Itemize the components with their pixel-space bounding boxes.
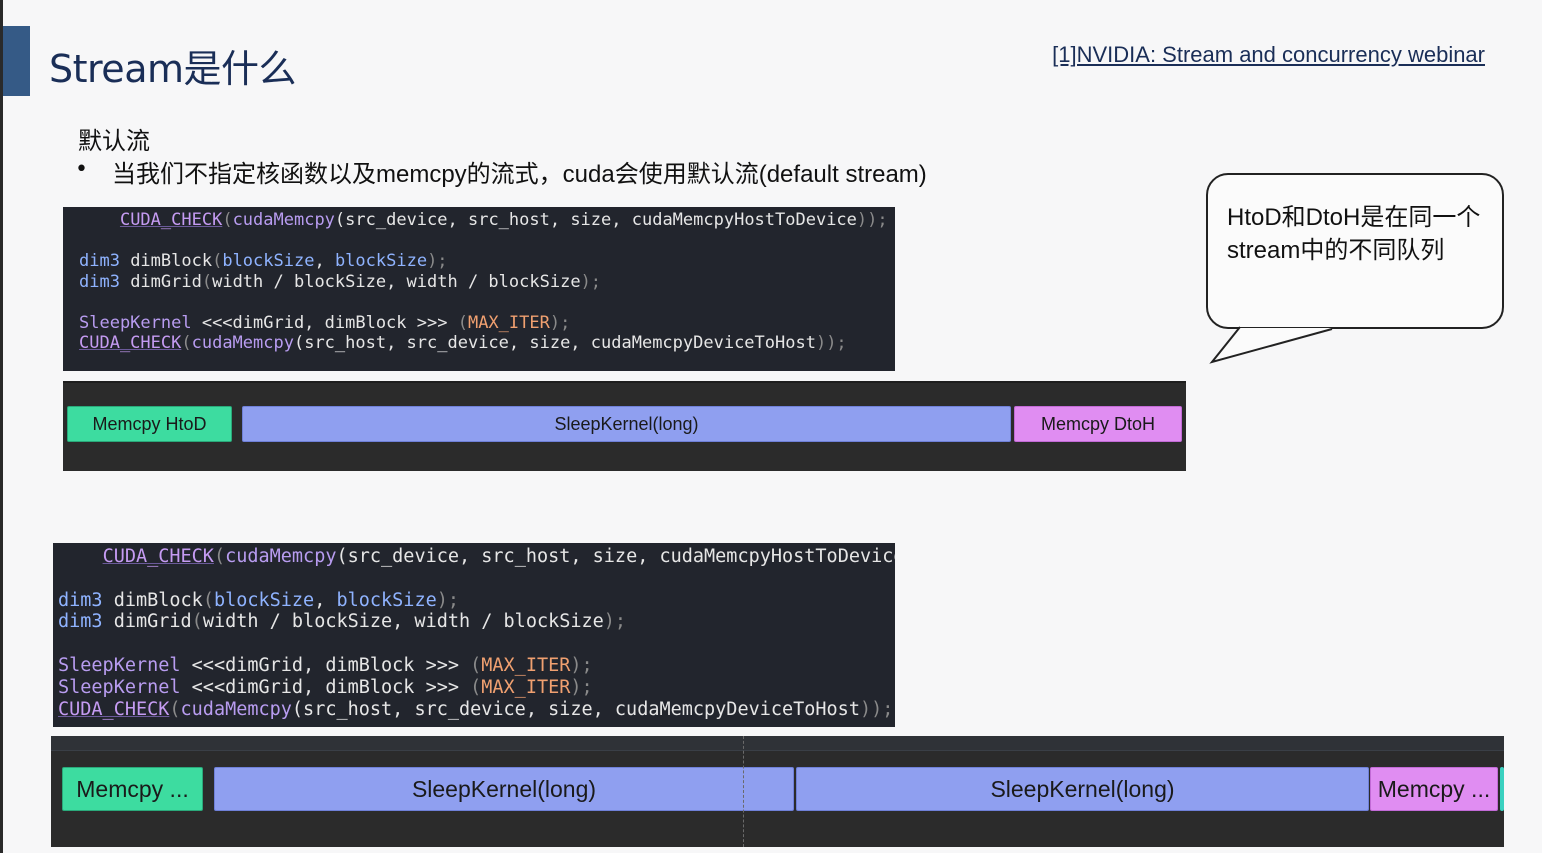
- left-edge-bar: [0, 0, 3, 853]
- timeline-segment-memcpy-htod[interactable]: Memcpy ...: [62, 767, 203, 811]
- title-accent-bar: [3, 26, 30, 96]
- code-line: CUDA_CHECK(cudaMemcpy(src_device, src_ho…: [102, 546, 895, 567]
- code-line: SleepKernel <<<dimGrid, dimBlock >>> (MA…: [79, 312, 571, 333]
- timeline-ruler: [51, 736, 1504, 751]
- timeline-two-kernels: Memcpy ... SleepKernel(long) SleepKernel…: [51, 736, 1504, 847]
- code-line: CUDA_CHECK(cudaMemcpy(src_device, src_ho…: [119, 210, 888, 230]
- timeline-segment-sleepkernel[interactable]: SleepKernel(long): [242, 406, 1011, 442]
- timeline-default-stream: Memcpy HtoD SleepKernel(long) Memcpy Dto…: [63, 381, 1186, 471]
- code-block-two-kernels: CUDA_CHECK(cudaMemcpy(src_device, src_ho…: [53, 543, 895, 727]
- code-line: CUDA_CHECK(cudaMemcpy(src_host, src_devi…: [58, 698, 894, 720]
- timeline-segment-memcpy-dtoh[interactable]: Memcpy ...: [1370, 767, 1498, 811]
- code-line: SleepKernel <<<dimGrid, dimBlock >>> (MA…: [58, 676, 593, 698]
- timeline-segment-sleepkernel-2[interactable]: SleepKernel(long): [796, 767, 1369, 811]
- timeline-segment-overflow: [1500, 767, 1504, 811]
- code-line: SleepKernel <<<dimGrid, dimBlock >>> (MA…: [58, 654, 593, 676]
- timeline-segment-memcpy-dtoh[interactable]: Memcpy DtoH: [1014, 406, 1182, 442]
- code-line: dim3 dimGrid(width / blockSize, width / …: [79, 271, 602, 292]
- code-line: dim3 dimBlock(blockSize, blockSize);: [58, 589, 460, 611]
- code-block-default-stream: CUDA_CHECK(cudaMemcpy(src_device, src_ho…: [63, 207, 895, 371]
- bullet-icon: •: [75, 157, 88, 182]
- speech-bubble-tail: [1209, 326, 1333, 364]
- slide-title: Stream是什么: [49, 47, 297, 91]
- bullet-text: 当我们不指定核函数以及memcpy的流式，cuda会使用默认流(default …: [112, 161, 927, 188]
- speech-bubble: HtoD和DtoH是在同一个stream中的不同队列: [1206, 173, 1504, 329]
- code-line: CUDA_CHECK(cudaMemcpy(src_host, src_devi…: [79, 333, 847, 353]
- timeline-segment-sleepkernel-1[interactable]: SleepKernel(long): [214, 767, 794, 811]
- reference-link[interactable]: [1]NVIDIA: Stream and concurrency webina…: [1052, 42, 1485, 68]
- timeline-segment-memcpy-htod[interactable]: Memcpy HtoD: [67, 406, 232, 442]
- code-line: dim3 dimGrid(width / blockSize, width / …: [58, 611, 627, 633]
- section-heading: 默认流: [78, 127, 150, 155]
- speech-bubble-text: HtoD和DtoH是在同一个stream中的不同队列: [1227, 204, 1481, 264]
- timeline-guide-line: [743, 736, 744, 847]
- code-line: dim3 dimBlock(blockSize, blockSize);: [79, 251, 448, 271]
